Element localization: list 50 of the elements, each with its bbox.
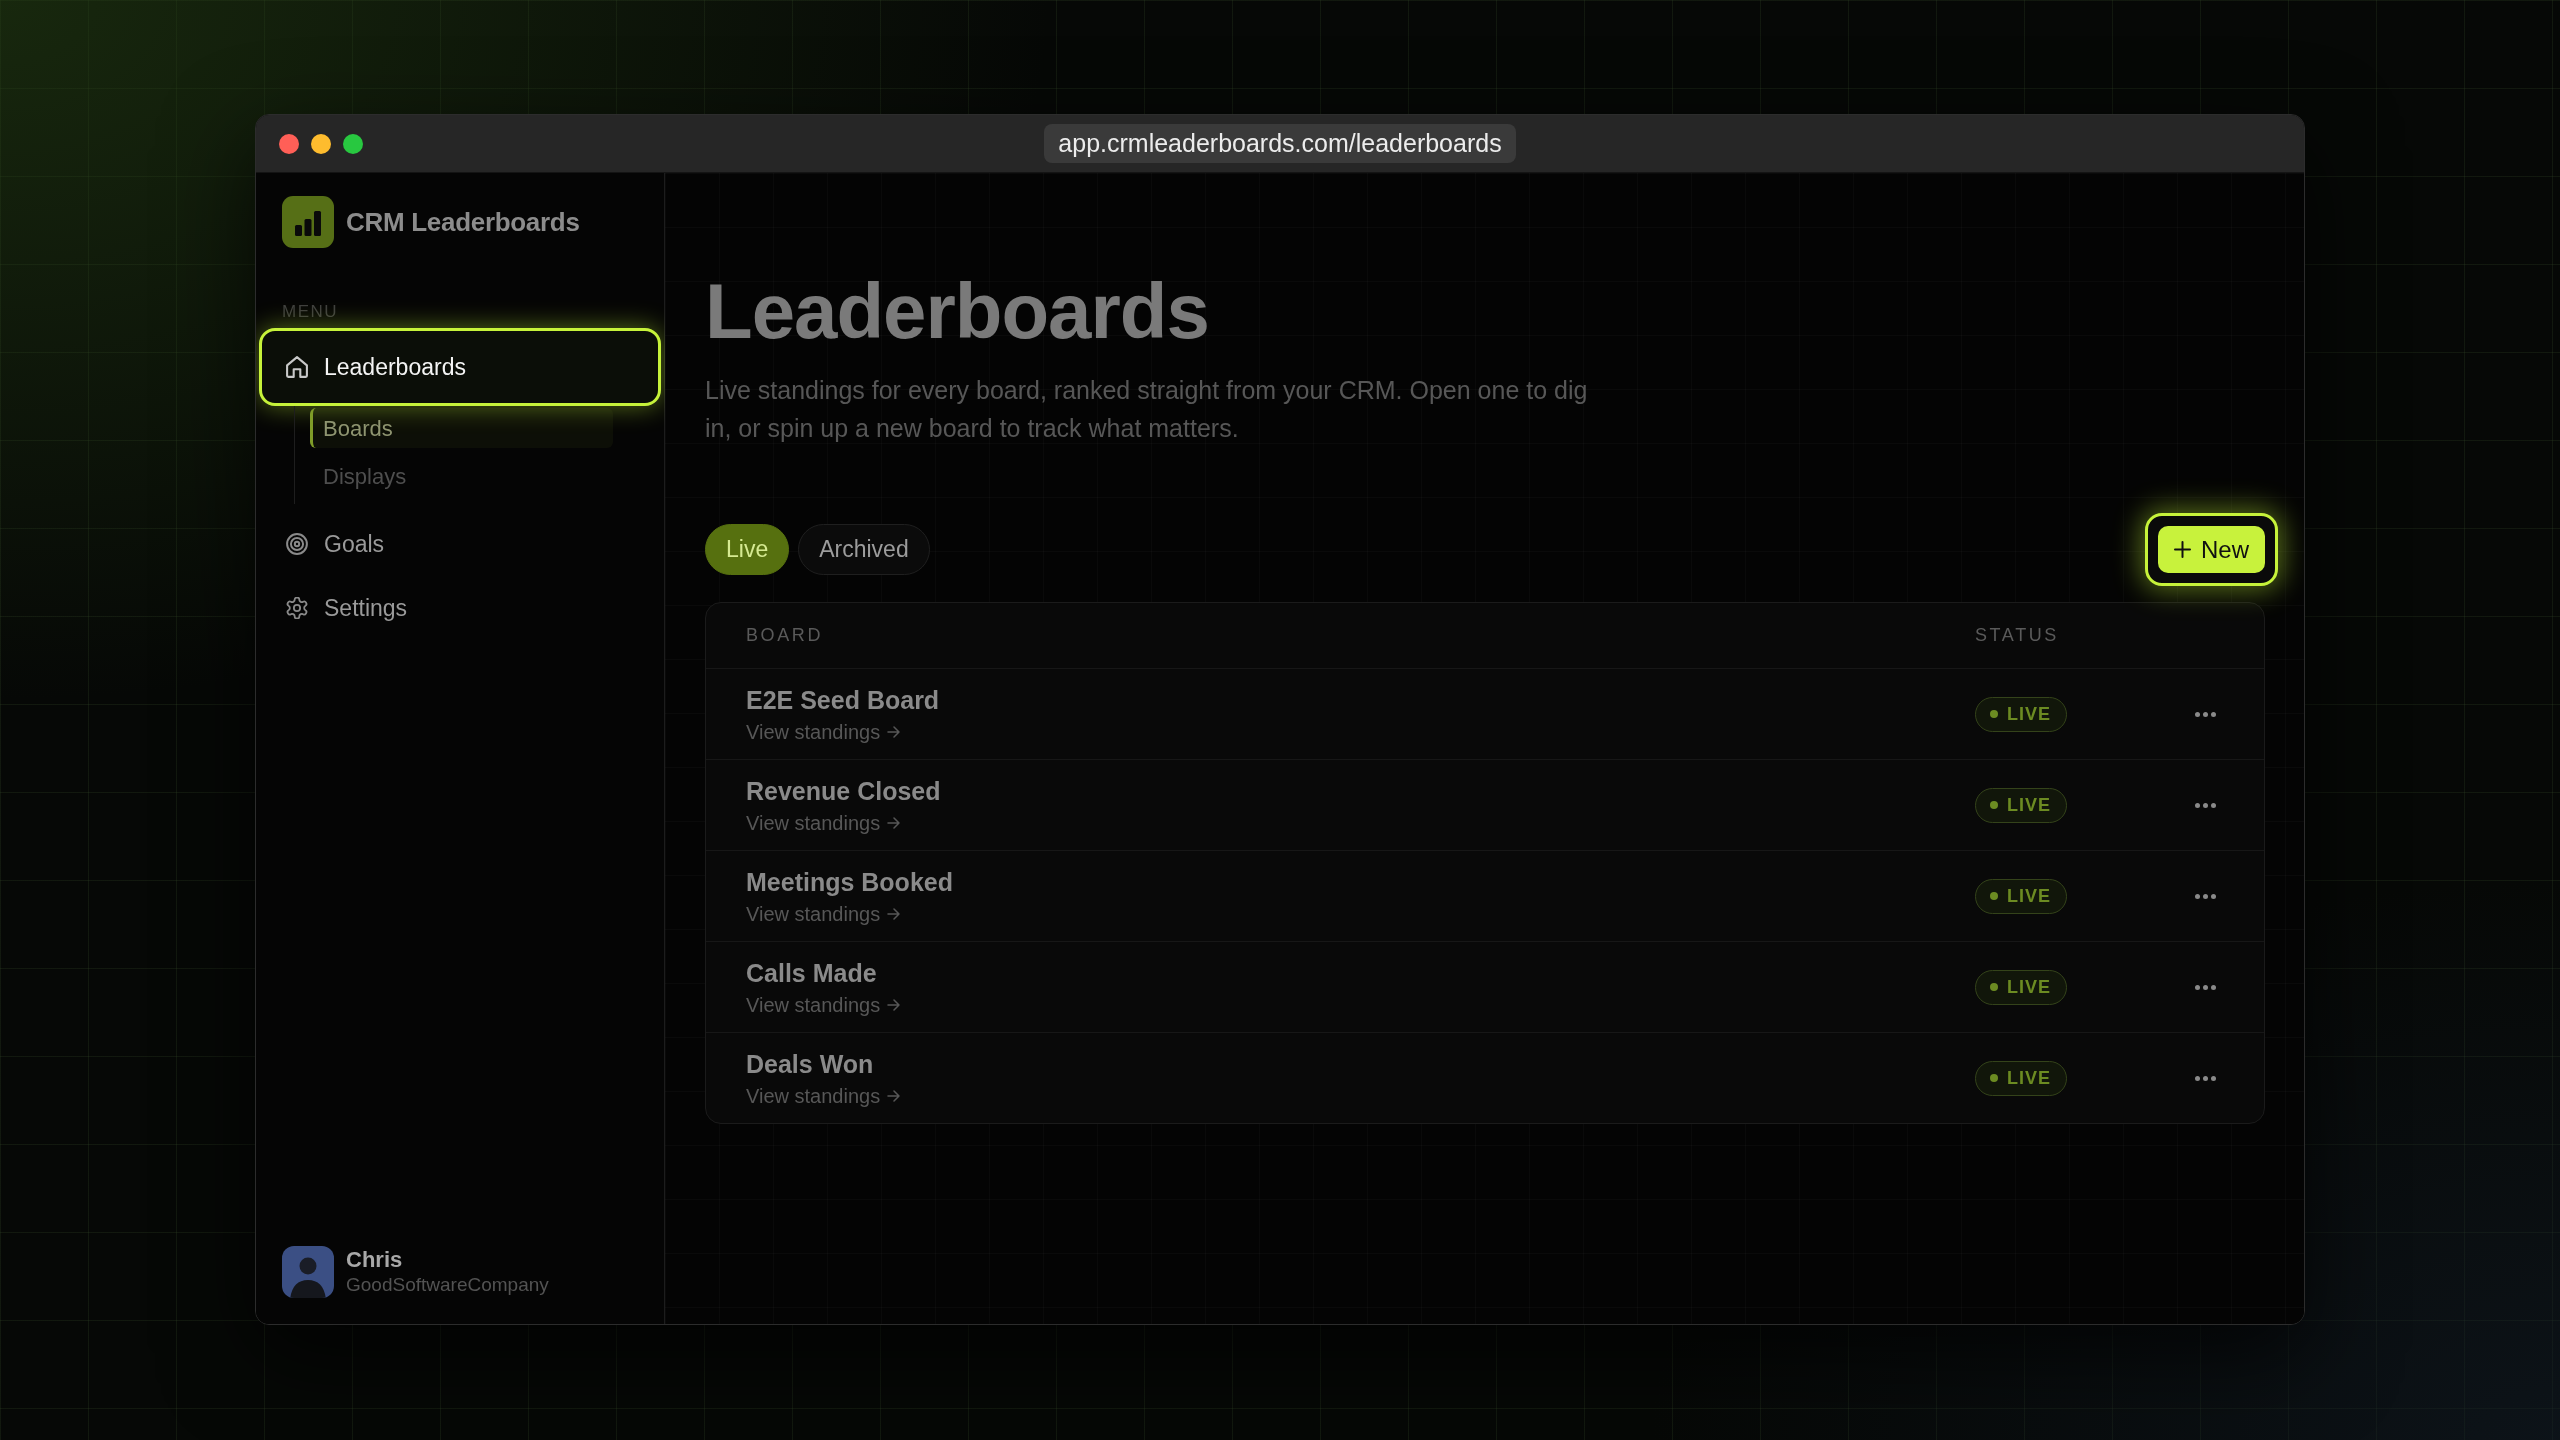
app-name: CRM Leaderboards — [346, 205, 580, 239]
user-name: Chris — [346, 1247, 403, 1273]
address-bar[interactable]: app.crmleaderboards.com/leaderboards — [1044, 124, 1516, 163]
sidebar-item[interactable]: Leaderboards — [259, 328, 661, 406]
status-dot-icon — [1990, 983, 1998, 991]
section-label: MENU — [282, 302, 339, 322]
status-dot-icon — [1990, 710, 1998, 718]
column-header: BOARD — [746, 624, 823, 647]
board-name: Meetings Booked — [746, 866, 953, 897]
status-label: LIVE — [2007, 793, 2051, 817]
status-label: LIVE — [2007, 884, 2051, 908]
arrow-right-icon — [887, 725, 901, 738]
window-close-icon[interactable] — [279, 133, 299, 154]
logo-icon — [282, 196, 334, 248]
window-minimize-icon[interactable] — [311, 133, 331, 154]
page-title: Leaderboards — [705, 268, 1209, 354]
arrow-right-icon — [887, 816, 901, 829]
arrow-right-icon — [887, 907, 901, 920]
filter-tab[interactable]: Live — [705, 524, 790, 575]
more-icon[interactable] — [2194, 984, 2216, 990]
more-icon[interactable] — [2194, 893, 2216, 899]
target-icon — [286, 533, 308, 555]
status-label: LIVE — [2007, 975, 2051, 999]
more-icon[interactable] — [2194, 711, 2216, 717]
board-name: Revenue Closed — [746, 775, 941, 806]
board-name: E2E Seed Board — [746, 684, 940, 715]
board-name: Deals Won — [746, 1048, 874, 1079]
company-name: GoodSoftwareCompany — [346, 1273, 549, 1297]
page-description: Live standings for every board, ranked straight from your CRM. Open one to dig in, or spin up a new board to track what matters. — [705, 375, 1589, 444]
home-icon — [286, 356, 308, 378]
status-dot-icon — [1990, 892, 1998, 900]
sidebar-subitem[interactable]: Boards — [310, 408, 613, 448]
settings-icon — [286, 597, 308, 619]
arrow-right-icon — [887, 998, 901, 1011]
avatar-icon — [282, 1246, 334, 1298]
board-name: Calls Made — [746, 957, 877, 988]
sidebar-item[interactable]: Goals — [259, 518, 661, 570]
status-dot-icon — [1990, 801, 1998, 809]
sidebar-item[interactable]: Settings — [259, 582, 661, 634]
more-icon[interactable] — [2194, 1075, 2216, 1081]
status-label: LIVE — [2007, 702, 2051, 726]
status-dot-icon — [1990, 1074, 1998, 1082]
column-header: STATUS — [1975, 624, 2059, 647]
status-label: LIVE — [2007, 1066, 2051, 1090]
filter-tab[interactable]: Archived — [798, 524, 930, 575]
window-zoom-icon[interactable] — [343, 133, 363, 154]
new-button[interactable]: New — [2145, 513, 2278, 586]
plus-icon — [2174, 541, 2191, 558]
more-icon[interactable] — [2194, 802, 2216, 808]
arrow-right-icon — [887, 1089, 901, 1102]
